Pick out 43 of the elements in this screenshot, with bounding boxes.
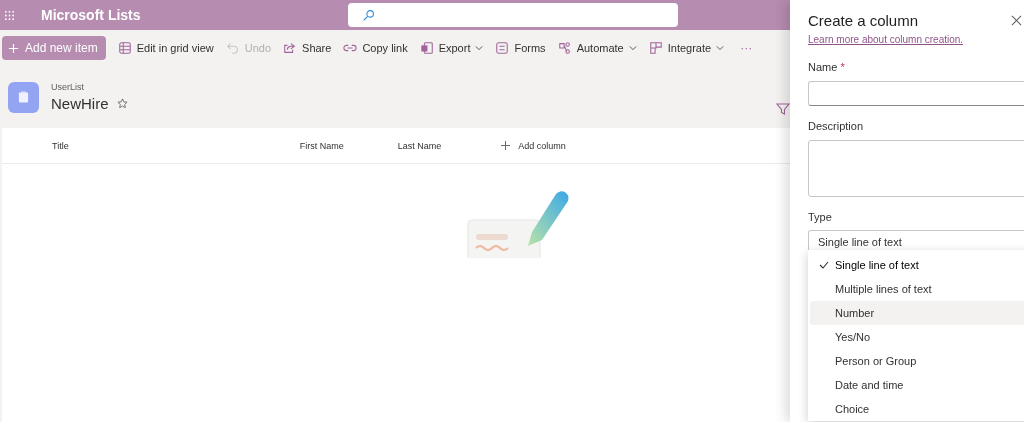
description-label: Description [808,120,864,132]
star-icon[interactable] [116,98,128,109]
share-icon [283,41,298,55]
plus-icon [8,42,19,54]
learn-more-link[interactable]: Learn more about column creation. [808,34,964,45]
more-button[interactable]: ··· [734,41,759,55]
add-column-button[interactable]: Add column [501,140,566,151]
plus-icon [501,141,511,150]
search-icon [361,8,375,22]
type-option[interactable]: Multiple lines of text [810,277,1024,301]
column-header[interactable]: First Name [299,140,344,151]
grid-icon [117,41,132,55]
list-icon [8,81,39,113]
toolbar-button[interactable]: Automate [551,36,643,60]
type-label: Type [808,211,832,223]
toolbar-button[interactable]: Forms [489,36,552,60]
description-field[interactable] [808,140,1024,197]
toolbar-button[interactable]: Share [277,36,338,60]
toolbar-button[interactable]: Edit in grid view [111,36,220,60]
name-field[interactable] [808,81,1024,106]
type-option[interactable]: Number [810,301,1024,325]
column-header[interactable]: Last Name [397,140,442,151]
checkmark-icon [819,261,829,269]
search-field[interactable] [347,3,678,27]
undo-icon [225,41,240,55]
toolbar-button[interactable]: Copy link [337,36,414,60]
type-option[interactable]: Date and time [810,373,1024,397]
toolbar-button[interactable]: Integrate [642,36,731,60]
type-option[interactable]: Single line of text [810,253,1024,277]
panel-title: Create a column [808,12,919,29]
close-icon [1011,15,1022,26]
type-option[interactable]: Person or Group [810,349,1024,373]
app-title: Microsoft Lists [41,7,141,23]
list-title: NewHire [51,95,109,112]
close-button[interactable] [1011,15,1022,26]
breadcrumb-link[interactable]: UserList [51,82,128,92]
filter-icon[interactable] [776,102,790,116]
toolbar-button[interactable]: Export [413,36,490,60]
column-header[interactable]: Title [52,140,69,151]
app-launcher-icon[interactable] [4,9,15,21]
name-label: Name * [808,61,845,73]
type-option[interactable]: Choice [810,397,1024,421]
type-option[interactable]: Yes/No [810,325,1024,349]
